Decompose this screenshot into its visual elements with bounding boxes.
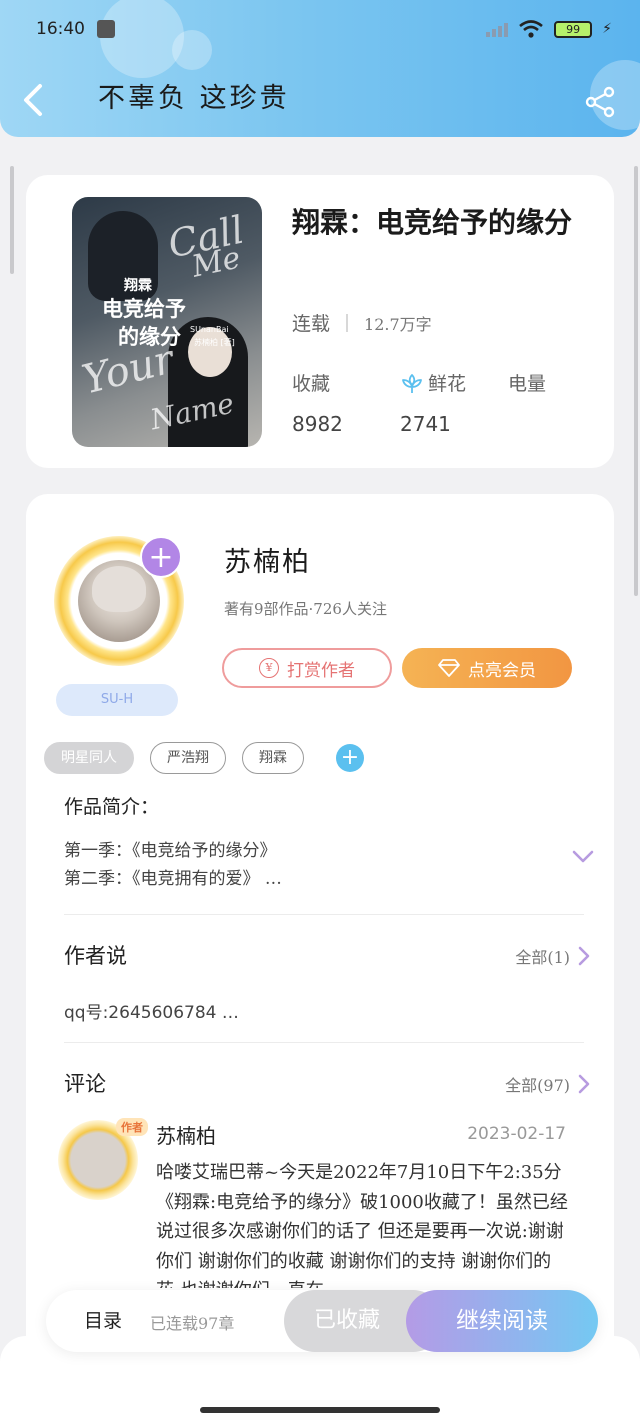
- tip-author-button[interactable]: ¥ 打赏作者: [222, 648, 392, 688]
- header: 16:40 99 ⚡ 不辜负 这珍贵: [0, 0, 640, 137]
- divider: [64, 1042, 584, 1043]
- commenter-name[interactable]: 苏楠柏: [156, 1120, 216, 1149]
- bottom-action-bar: 目录 已连载97章 已收藏 继续阅读: [46, 1290, 598, 1352]
- app-notification-icon: [97, 20, 115, 38]
- book-cover[interactable]: Call Me Your Name 翔霖 电竞给予 的缘分 SUnanBai 苏…: [72, 197, 262, 447]
- tag-item[interactable]: 明星同人: [44, 742, 134, 774]
- cover-text: 翔霖: [124, 278, 152, 294]
- back-icon[interactable]: [22, 82, 50, 122]
- tag-item[interactable]: 严浩翔: [150, 742, 226, 774]
- more-label: 全部(1): [515, 948, 570, 967]
- continue-reading-button[interactable]: 继续阅读: [406, 1290, 598, 1352]
- book-title: 翔霖：电竞给予的缘分: [292, 206, 573, 239]
- author-says-more[interactable]: 全部(1): [515, 944, 590, 968]
- home-indicator[interactable]: [200, 1407, 440, 1413]
- chevron-right-icon: [578, 1074, 590, 1094]
- cover-text: 电竞给予: [102, 296, 186, 321]
- more-label: 全部(97): [505, 1076, 570, 1095]
- tag-list: 明星同人 严浩翔 翔霖 +: [44, 742, 364, 774]
- comments-more[interactable]: 全部(97): [505, 1072, 590, 1096]
- book-status-row: 连载 12.7万字: [292, 309, 432, 336]
- cover-text: 的缘分: [118, 324, 181, 349]
- cover-author-en: SUnanBai: [190, 325, 229, 334]
- tag-item[interactable]: 翔霖: [242, 742, 304, 774]
- stat-label: 鲜花: [428, 373, 467, 395]
- cover-author-cn: 苏楠柏 [著]: [194, 338, 235, 347]
- stat-energy[interactable]: 电量: [508, 369, 616, 436]
- author-name[interactable]: 苏楠柏: [224, 540, 311, 579]
- stat-flowers[interactable]: 鲜花 2741: [400, 369, 508, 436]
- chapter-count[interactable]: 已连载97章: [150, 1310, 234, 1334]
- status-time: 16:40: [36, 19, 85, 39]
- battery-icon: 99: [554, 20, 593, 38]
- author-badge: SU-H: [56, 684, 178, 716]
- divider: [346, 313, 349, 332]
- scroll-indicator-left: [10, 166, 14, 274]
- intro-line: 第二季：《电竞拥有的爱》 …: [64, 869, 282, 889]
- book-info-card: Call Me Your Name 翔霖 电竞给予 的缘分 SUnanBai 苏…: [26, 175, 614, 468]
- diamond-icon: [438, 659, 460, 677]
- word-count: 12.7万字: [364, 314, 432, 334]
- stat-value: 2741: [400, 412, 451, 436]
- stat-label: 收藏: [292, 373, 331, 395]
- book-stats: 收藏 8982 鲜花 2741 电量: [292, 369, 616, 436]
- author-says-content: qq号:2645606784 …: [64, 1003, 239, 1023]
- stat-favorites: 收藏 8982: [292, 369, 400, 436]
- follow-add-button[interactable]: +: [140, 536, 182, 578]
- battery-level: 99: [566, 22, 581, 36]
- book-status: 连载: [292, 313, 331, 335]
- comment-date: 2023-02-17: [467, 1124, 566, 1144]
- tip-author-label: 打赏作者: [287, 660, 355, 681]
- book-detail-card: + SU-H 苏楠柏 著有9部作品·726人关注 ¥ 打赏作者 点亮会员 明星同…: [26, 494, 614, 1423]
- intro-line: 第一季：《电竞给予的缘分》: [64, 841, 277, 861]
- flower-icon: [402, 373, 422, 393]
- vip-label: 点亮会员: [468, 660, 536, 681]
- vip-button[interactable]: 点亮会员: [402, 648, 572, 688]
- comments-title: 评论: [64, 1072, 106, 1096]
- intro-title: 作品简介：: [64, 796, 160, 818]
- status-bar: 16:40 99 ⚡: [36, 14, 612, 44]
- author-meta: 著有9部作品·726人关注: [224, 600, 387, 618]
- comment-text[interactable]: 哈喽艾瑞巴蒂~今天是2022年7月10日下午2:35分 《翔霖:电竞给予的缘分》…: [156, 1158, 568, 1288]
- stat-label: 电量: [508, 373, 547, 395]
- chevron-right-icon: [578, 946, 590, 966]
- yen-icon: ¥: [259, 658, 279, 678]
- divider: [64, 914, 584, 915]
- charging-icon: ⚡: [602, 21, 612, 37]
- share-icon[interactable]: [584, 86, 616, 118]
- signal-icon: [486, 21, 509, 37]
- cover-face: [188, 327, 232, 377]
- scrollbar[interactable]: [634, 166, 638, 596]
- wifi-icon: [519, 20, 543, 38]
- expand-chevron-icon[interactable]: [572, 850, 594, 864]
- page-title: 不辜负 这珍贵: [98, 83, 290, 114]
- add-tag-button[interactable]: +: [336, 744, 364, 772]
- author-role-badge: 作者: [116, 1118, 148, 1136]
- stat-value: 8982: [292, 412, 343, 436]
- author-says-title: 作者说: [64, 944, 127, 968]
- toc-button[interactable]: 目录: [84, 1306, 122, 1333]
